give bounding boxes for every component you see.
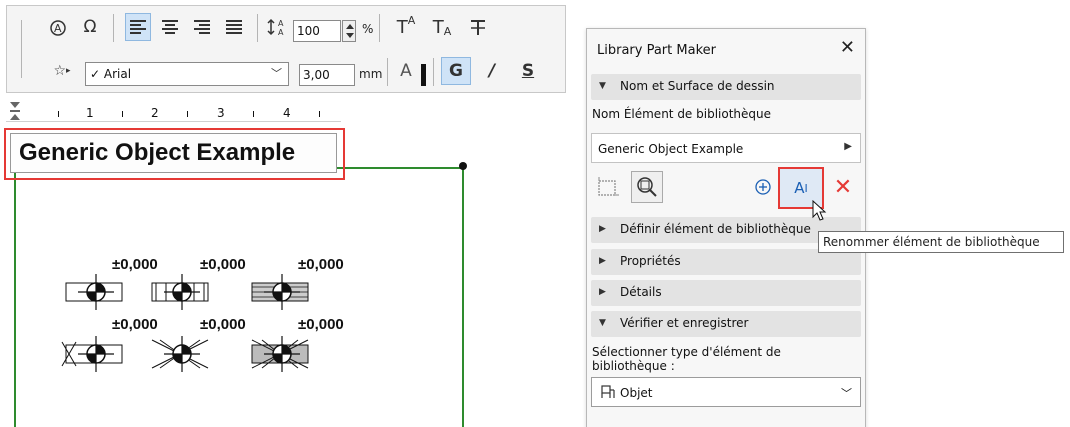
mouse-pointer-icon bbox=[812, 200, 827, 221]
svg-text:A: A bbox=[278, 19, 284, 28]
ruler-tick bbox=[187, 111, 188, 117]
underline-button[interactable]: S bbox=[513, 57, 543, 85]
font-size-percent-input[interactable]: 100 bbox=[293, 20, 341, 42]
mm-unit-label: mm bbox=[359, 67, 383, 81]
superscript-button[interactable]: TA bbox=[391, 13, 421, 41]
text-color-swatch[interactable] bbox=[421, 64, 426, 86]
rename-icon-label: A bbox=[794, 179, 805, 197]
chevron-right-icon: ▶ bbox=[599, 256, 606, 266]
toolbar-divider bbox=[433, 58, 434, 86]
section-label: Définir élément de bibliothèque bbox=[620, 222, 811, 236]
align-right-icon[interactable] bbox=[189, 13, 215, 41]
font-family-value: Arial bbox=[103, 67, 132, 81]
superscript-mark: A bbox=[407, 13, 416, 27]
toolbar-row-2: ☆ ▸ ✓ Arial ﹀ 3,00 mm A G / S bbox=[7, 52, 565, 92]
favorites-star-icon[interactable]: ☆ ▸ bbox=[47, 57, 77, 85]
elevation-label: ±0,000 bbox=[298, 256, 344, 273]
italic-button[interactable]: / bbox=[477, 57, 507, 85]
text-ruler[interactable]: 1 2 3 4 bbox=[6, 100, 341, 122]
library-part-maker-panel: Library Part Maker ✕ ▼ Nom et Surface de… bbox=[586, 28, 866, 427]
chevron-right-icon: ▶ bbox=[599, 224, 606, 234]
font-check-icon: ✓ bbox=[90, 67, 101, 81]
text-height-input[interactable]: 3,00 bbox=[299, 64, 355, 86]
close-icon[interactable]: ✕ bbox=[840, 37, 855, 58]
chevron-down-icon: ﹀ bbox=[841, 387, 852, 400]
section-verifier[interactable]: ▼ Vérifier et enregistrer bbox=[591, 311, 861, 337]
elevation-label: ±0,000 bbox=[298, 316, 344, 333]
text-color-button[interactable]: A bbox=[395, 57, 417, 85]
chevron-down-icon: ▼ bbox=[599, 318, 606, 328]
section-label: Propriétés bbox=[620, 254, 681, 268]
toolbar-divider bbox=[257, 14, 258, 42]
strikethrough-icon[interactable] bbox=[463, 13, 493, 41]
svg-text:A: A bbox=[54, 22, 62, 35]
library-type-select[interactable]: Objet ﹀ bbox=[591, 377, 861, 407]
chevron-down-icon: ▼ bbox=[599, 81, 606, 91]
line-spacing-icon: AA bbox=[265, 13, 291, 41]
object-symbol bbox=[251, 335, 309, 373]
object-symbol bbox=[151, 273, 209, 311]
tooltip-rename: Renommer élément de bibliothèque bbox=[818, 231, 1064, 253]
ruler-number: 4 bbox=[283, 106, 291, 120]
elevation-label: ±0,000 bbox=[200, 316, 246, 333]
chevron-right-icon: ▶ bbox=[599, 287, 606, 297]
subscript-label: T bbox=[432, 16, 444, 38]
align-left-icon[interactable] bbox=[125, 13, 151, 41]
ruler-number: 3 bbox=[217, 106, 225, 120]
special-character-icon[interactable]: Ω bbox=[77, 13, 103, 41]
indent-marker-icon[interactable] bbox=[10, 102, 20, 120]
justify-icon[interactable] bbox=[221, 13, 247, 41]
elevation-label: ±0,000 bbox=[200, 256, 246, 273]
percent-unit-label: % bbox=[362, 22, 374, 36]
panel-title: Library Part Maker bbox=[597, 43, 716, 58]
text-format-toolbar: A Ω AA 100 % TA T A ☆ ▸ ✓ Arial ﹀ 3,00 m… bbox=[6, 5, 566, 93]
zoom-to-surface-icon[interactable] bbox=[631, 171, 663, 203]
object-name-text[interactable]: Generic Object Example bbox=[10, 133, 337, 173]
subscript-mark: A bbox=[443, 24, 452, 38]
chevron-right-icon: ▶ bbox=[844, 141, 852, 152]
toolbar-divider bbox=[387, 58, 388, 86]
section-label: Nom et Surface de dessin bbox=[620, 79, 775, 93]
ruler-tick bbox=[122, 111, 123, 117]
bold-button[interactable]: G bbox=[441, 57, 471, 85]
library-name-field[interactable]: Generic Object Example ▶ bbox=[591, 133, 861, 163]
subscript-button[interactable]: TA bbox=[427, 13, 457, 41]
library-name-value: Generic Object Example bbox=[598, 142, 744, 156]
library-type-value: Objet bbox=[620, 386, 653, 400]
svg-text:A: A bbox=[278, 28, 284, 37]
section-details[interactable]: ▶ Détails bbox=[591, 280, 861, 306]
section-label: Vérifier et enregistrer bbox=[620, 316, 749, 330]
object-type-icon bbox=[600, 384, 616, 403]
screen: A Ω AA 100 % TA T A ☆ ▸ ✓ Arial ﹀ 3,00 m… bbox=[0, 0, 1070, 427]
toolbar-divider bbox=[379, 14, 380, 42]
object-symbol bbox=[151, 335, 209, 373]
add-circle-icon[interactable] bbox=[747, 171, 779, 203]
align-center-icon[interactable] bbox=[157, 13, 183, 41]
ruler-tick bbox=[58, 111, 59, 117]
select-type-label: Sélectionner type d'élément de bibliothè… bbox=[592, 345, 781, 373]
toolbar-divider bbox=[113, 14, 114, 42]
chevron-down-icon: ﹀ bbox=[271, 67, 282, 80]
object-symbol bbox=[251, 273, 309, 311]
ruler-number: 2 bbox=[151, 106, 159, 120]
delete-x-icon[interactable]: ✕ bbox=[827, 171, 859, 203]
ruler-tick bbox=[253, 111, 254, 117]
text-rotate-icon[interactable]: A bbox=[45, 13, 71, 41]
font-size-spinner[interactable] bbox=[342, 20, 356, 42]
elevation-label: ±0,000 bbox=[112, 256, 158, 273]
library-name-label: Nom Élément de bibliothèque bbox=[592, 107, 772, 121]
drawing-corner-handle[interactable] bbox=[459, 162, 467, 170]
object-symbol bbox=[61, 335, 123, 373]
ruler-number: 1 bbox=[86, 106, 94, 120]
crop-surface-icon[interactable] bbox=[591, 171, 623, 203]
ruler-tick bbox=[319, 111, 320, 117]
section-nom-surface[interactable]: ▼ Nom et Surface de dessin bbox=[591, 74, 861, 100]
object-symbol bbox=[65, 273, 123, 311]
section-label: Détails bbox=[620, 285, 662, 299]
elevation-label: ±0,000 bbox=[112, 316, 158, 333]
rename-icon-cursor: I bbox=[804, 181, 808, 195]
font-family-select[interactable]: ✓ Arial ﹀ bbox=[85, 62, 289, 86]
toolbar-row-1: A Ω AA 100 % TA T A bbox=[7, 8, 565, 48]
superscript-label: T bbox=[396, 16, 408, 38]
